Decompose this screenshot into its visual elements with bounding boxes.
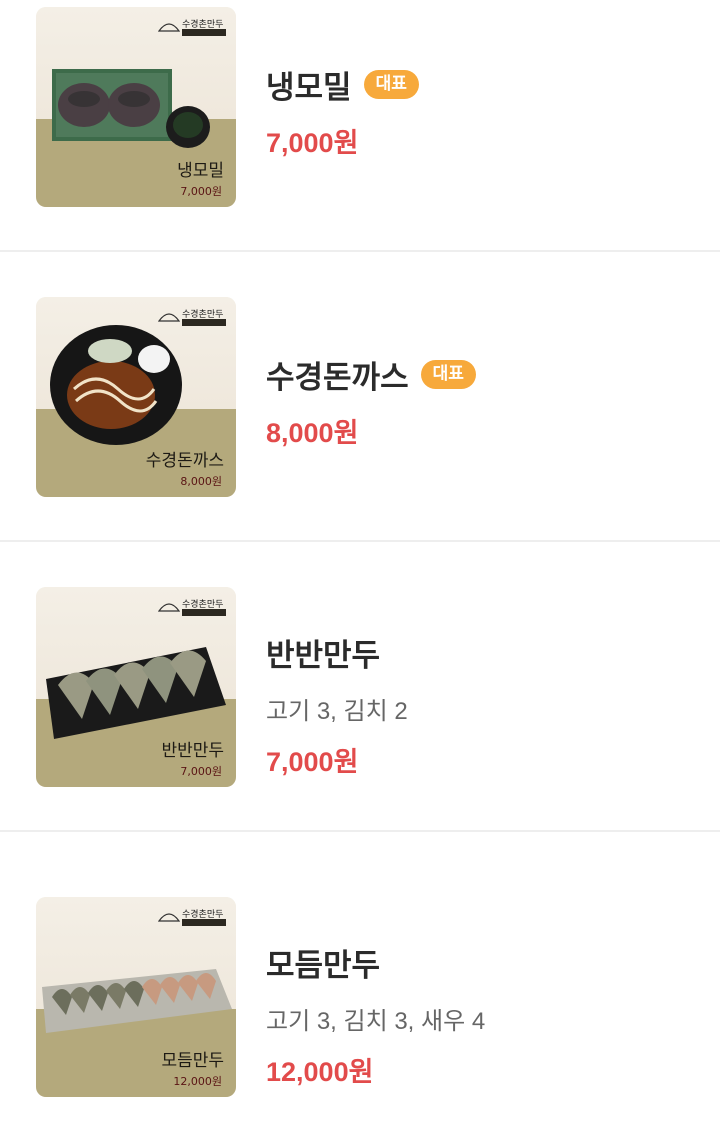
image-caption-name: 수경돈까스	[145, 451, 224, 471]
brand-logo: 수경촌만두	[158, 597, 228, 619]
menu-item-description: 고기 3, 김치 3, 새우 4	[266, 1008, 486, 1035]
signature-badge: 대표	[420, 360, 476, 389]
menu-item-info: 수경돈까스 대표 8,000원	[266, 352, 476, 450]
menu-item-banban-mandu[interactable]: 수경촌만두 반반만두 7,000원 반반만두 고기 3, 김치 2 7,000원	[0, 542, 720, 832]
menu-item-description: 고기 3, 김치 2	[266, 698, 408, 725]
signature-badge: 대표	[363, 70, 419, 99]
brand-logo: 수경촌만두	[158, 907, 228, 929]
image-caption-name: 모듬만두	[161, 1051, 224, 1071]
menu-item-name: 모듬만두	[266, 948, 381, 983]
image-caption-name: 반반만두	[161, 741, 224, 761]
menu-item-name: 수경돈까스	[266, 360, 409, 395]
menu-item-modeum-mandu[interactable]: 수경촌만두 모듬만두 12,000원 모듬만두 고기 3, 김치 3, 새우 4…	[0, 852, 720, 1132]
menu-list: 수경촌만두 냉모밀 7,000원 냉모밀 대표 7,000원 수경촌만두 수경돈…	[0, 0, 720, 1132]
brand-logo: 수경촌만두	[158, 307, 228, 329]
image-caption-price: 7,000원	[180, 765, 222, 778]
image-caption-price: 7,000원	[180, 185, 222, 198]
menu-item-price: 12,000원	[266, 1057, 374, 1087]
menu-item-price: 7,000원	[266, 128, 359, 158]
menu-item-price: 7,000원	[266, 747, 359, 777]
menu-item-name: 반반만두	[266, 638, 381, 673]
menu-item-image: 수경촌만두 모듬만두 12,000원	[36, 897, 236, 1097]
image-caption-price: 12,000원	[173, 1075, 222, 1088]
menu-item-info: 냉모밀 대표 7,000원	[266, 62, 419, 160]
image-caption-name: 냉모밀	[177, 161, 224, 181]
menu-item-sugyeong-donkatsu[interactable]: 수경촌만두 수경돈까스 8,000원 수경돈까스 대표 8,000원	[0, 252, 720, 542]
menu-item-info: 모듬만두 고기 3, 김치 3, 새우 4 12,000원	[266, 940, 485, 1089]
menu-item-naengmomil[interactable]: 수경촌만두 냉모밀 7,000원 냉모밀 대표 7,000원	[0, 0, 720, 252]
image-caption-price: 8,000원	[180, 475, 222, 488]
menu-item-image: 수경촌만두 수경돈까스 8,000원	[36, 297, 236, 497]
menu-item-image: 수경촌만두 반반만두 7,000원	[36, 587, 236, 787]
menu-item-name: 냉모밀	[266, 70, 352, 105]
menu-item-image: 수경촌만두 냉모밀 7,000원	[36, 7, 236, 207]
menu-item-price: 8,000원	[266, 418, 359, 448]
menu-item-info: 반반만두 고기 3, 김치 2 7,000원	[266, 630, 408, 779]
brand-logo: 수경촌만두	[158, 17, 228, 39]
